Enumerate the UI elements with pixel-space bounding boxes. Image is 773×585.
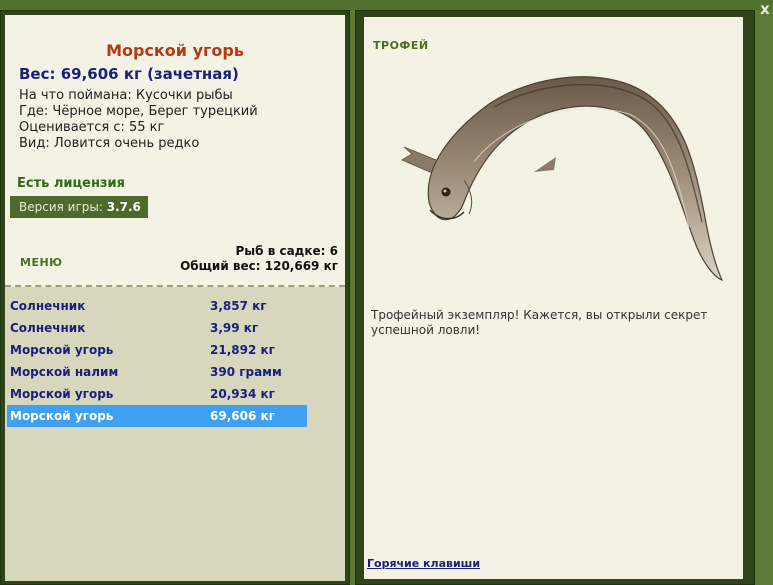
catch-name: Морской угорь <box>10 409 114 423</box>
catch-row[interactable]: Солнечник 3,99 кг <box>7 317 307 339</box>
fish-valued: Оценивается с: 55 кг <box>19 120 165 135</box>
catch-list: Солнечник 3,857 кг Солнечник 3,99 кг Мор… <box>5 287 345 581</box>
close-button[interactable]: x <box>757 0 773 18</box>
fish-title: Морской угорь <box>106 41 244 60</box>
trophy-message: Трофейный экземпляр! Кажется, вы открыли… <box>371 308 708 337</box>
catch-row-selected[interactable]: Морской угорь 69,606 кг <box>7 405 307 427</box>
catch-name: Морской налим <box>10 365 119 379</box>
license-status: Есть лицензия <box>17 176 125 191</box>
catch-weight: 390 грамм <box>210 365 282 379</box>
fish-info-panel: Морской угорь Вес: 69,606 кг (зачетная) … <box>5 15 345 581</box>
catch-name: Солнечник <box>10 299 86 313</box>
total-weight: Общий вес: 120,669 кг <box>180 259 338 273</box>
menu-button[interactable]: МЕНЮ <box>20 256 63 269</box>
fish-weight: Вес: 69,606 кг (зачетная) <box>19 65 239 83</box>
catch-name: Морской угорь <box>10 343 114 357</box>
catch-row[interactable]: Морской угорь 20,934 кг <box>7 383 307 405</box>
fish-bait: На что поймана: Кусочки рыбы <box>19 88 233 103</box>
version-value: 3.7.6 <box>106 200 141 214</box>
version-bar: Версия игры: 3.7.6 <box>10 196 148 218</box>
catch-weight: 69,606 кг <box>210 409 275 423</box>
hotkeys-link[interactable]: Горячие клавиши <box>367 557 480 570</box>
close-icon[interactable]: x <box>760 0 770 18</box>
eel-image <box>401 76 724 282</box>
catch-weight: 20,934 кг <box>210 387 275 401</box>
fish-count: Рыб в садке: 6 <box>235 244 339 258</box>
catch-weight: 3,857 кг <box>210 299 267 313</box>
fish-location: Где: Чёрное море, Берег турецкий <box>19 104 258 119</box>
catch-row[interactable]: Морской угорь 21,892 кг <box>7 339 307 361</box>
catch-name: Солнечник <box>10 321 86 335</box>
catch-name: Морской угорь <box>10 387 114 401</box>
fish-kind: Вид: Ловится очень редко <box>19 136 200 151</box>
version-label: Версия игры: <box>19 200 103 214</box>
trophy-label: ТРОФЕЙ <box>373 39 429 52</box>
catch-row[interactable]: Морской налим 390 грамм <box>7 361 307 383</box>
catch-weight: 21,892 кг <box>210 343 275 357</box>
top-frame-band <box>0 0 773 10</box>
catch-row[interactable]: Солнечник 3,857 кг <box>7 295 307 317</box>
trophy-panel: ТРОФЕЙ Трофейный экземпляр! Кажется, вы … <box>364 17 743 579</box>
keepnet-stats: Рыб в садке: 6 Общий вес: 120,669 кг <box>180 244 338 274</box>
catch-weight: 3,99 кг <box>210 321 259 335</box>
